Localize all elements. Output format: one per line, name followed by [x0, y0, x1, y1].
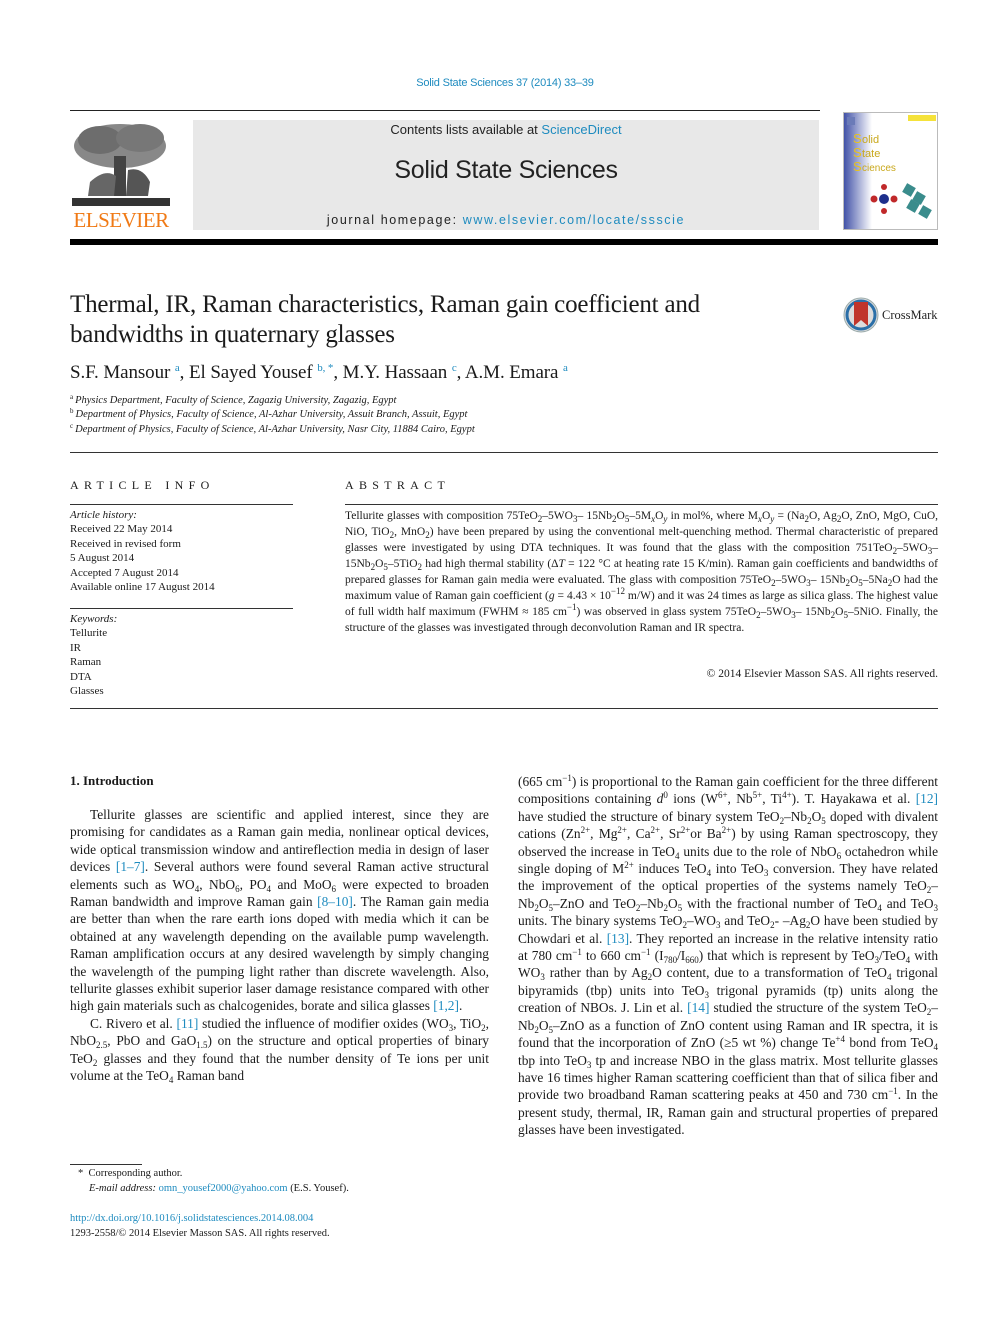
homepage-prefix: journal homepage: — [326, 213, 463, 227]
citation-link[interactable]: [12] — [916, 791, 938, 806]
author-separator: , — [456, 362, 465, 383]
keyword-item: Raman — [70, 656, 102, 669]
header-rule — [70, 110, 820, 111]
doi-block: http://dx.doi.org/10.1016/j.solidstatesc… — [70, 1211, 330, 1241]
corresponding-author-footnote: * Corresponding author. E-mail address: … — [78, 1166, 349, 1196]
body-column-left: Tellurite glasses are scientific and app… — [70, 806, 489, 1085]
citation-link[interactable]: [14] — [687, 1000, 709, 1015]
sciencedirect-link[interactable]: ScienceDirect — [541, 122, 621, 137]
contents-line: Contents lists available at ScienceDirec… — [193, 122, 819, 137]
abstract-heading: ABSTRACT — [345, 478, 451, 492]
author-name[interactable]: A.M. Emara — [465, 362, 559, 383]
keywords-list: Keywords: Tellurite IR Raman DTA Glasses — [70, 612, 117, 698]
elsevier-logo[interactable]: ELSEVIER — [70, 120, 172, 232]
paragraph: Tellurite glasses are scientific and app… — [70, 807, 490, 1014]
citation-link[interactable]: [13] — [607, 931, 629, 946]
affiliation-list: a Physics Department, Faculty of Science,… — [70, 394, 475, 437]
keyword-item: DTA — [70, 670, 92, 683]
author-affiliation-mark[interactable]: b, * — [317, 362, 333, 374]
crossmark-icon — [843, 297, 879, 333]
svg-text:S: S — [853, 145, 862, 160]
keywords-label: Keywords: — [70, 613, 118, 625]
svg-text:ciences: ciences — [862, 163, 896, 174]
svg-text:olid: olid — [862, 134, 879, 146]
journal-title: Solid State Sciences — [394, 156, 618, 184]
crossmark-badge[interactable]: CrossMark — [842, 296, 942, 336]
divider — [70, 504, 293, 505]
journal-banner: Contents lists available at ScienceDirec… — [193, 120, 819, 230]
keyword-item: IR — [70, 641, 81, 654]
author-separator: , — [179, 362, 189, 383]
doi-link[interactable]: http://dx.doi.org/10.1016/j.solidstatesc… — [70, 1213, 313, 1224]
section-divider — [70, 452, 938, 453]
history-item: Received 22 May 2014 — [70, 523, 173, 536]
author-list: S.F. Mansour a, El Sayed Yousef b, *, M.… — [70, 362, 568, 384]
affiliation-text: Department of Physics, Faculty of Scienc… — [75, 423, 475, 435]
citation-link[interactable]: [1–7] — [116, 859, 145, 874]
paragraph: C. Rivero et al. [11] studied the influe… — [70, 1015, 489, 1086]
author-name[interactable]: M.Y. Hassaan — [343, 362, 448, 383]
footnote-rule — [70, 1164, 142, 1165]
journal-homepage-link[interactable]: www.elsevier.com/locate/ssscie — [463, 213, 685, 227]
body-column-right: (665 cm−1) is proportional to the Raman … — [518, 773, 938, 1139]
svg-text:S: S — [853, 131, 862, 146]
email-label: E-mail address: — [89, 1183, 156, 1194]
abstract-s1: Tellurite glasses with composition 75TeO… — [345, 510, 939, 634]
history-item: Available online 17 August 2014 — [70, 581, 215, 594]
svg-text:tate: tate — [862, 148, 880, 160]
divider — [345, 504, 938, 505]
author-name[interactable]: El Sayed Yousef — [189, 362, 313, 383]
journal-cover-icon: S olid S tate S ciences — [844, 113, 937, 229]
affiliation-key: b — [70, 407, 74, 416]
introduction-heading: 1. Introduction — [70, 773, 154, 788]
citation-link[interactable]: [1,2] — [433, 998, 459, 1013]
author-separator: , — [333, 362, 343, 383]
journal-reference-link[interactable]: Solid State Sciences 37 (2014) 33–39 — [0, 77, 992, 89]
crossmark-label: CrossMark — [882, 308, 938, 322]
elsevier-wordmark: ELSEVIER — [73, 208, 169, 232]
affiliation-item: a Physics Department, Faculty of Science,… — [70, 394, 475, 408]
history-item: Received in revised form — [70, 537, 181, 550]
keyword-item: Tellurite — [70, 627, 108, 640]
divider — [70, 708, 938, 709]
citation-link[interactable]: [8–10] — [317, 894, 353, 909]
article-info-heading: ARTICLE INFO — [70, 478, 215, 492]
affiliation-item: c Department of Physics, Faculty of Scien… — [70, 421, 475, 437]
abstract-copyright: © 2014 Elsevier Masson SAS. All rights r… — [706, 668, 938, 680]
affiliation-text: Department of Physics, Faculty of Scienc… — [75, 409, 468, 421]
affiliation-key: a — [70, 393, 74, 401]
history-item: Accepted 7 August 2014 — [70, 566, 179, 579]
issn-copyright: 1293-2558/© 2014 Elsevier Masson SAS. Al… — [70, 1228, 330, 1239]
history-item: 5 August 2014 — [70, 552, 135, 565]
author-affiliation-mark[interactable]: a — [563, 362, 568, 374]
keyword-item: Glasses — [70, 685, 104, 698]
article-history: Article history: Received 22 May 2014 Re… — [70, 508, 215, 594]
homepage-line: journal homepage: www.elsevier.com/locat… — [193, 213, 819, 227]
citation-link[interactable]: [11] — [177, 1016, 199, 1031]
footnote-line: * Corresponding author. — [78, 1166, 349, 1181]
svg-text:S: S — [853, 159, 862, 174]
abstract-body: Tellurite glasses with composition 75TeO… — [345, 508, 938, 636]
affiliation-key: c — [70, 421, 74, 430]
contents-prefix: Contents lists available at — [390, 122, 542, 137]
journal-cover-thumbnail[interactable]: S olid S tate S ciences — [843, 112, 938, 230]
corresponding-author-note: Corresponding author. — [88, 1168, 183, 1179]
elsevier-tree-icon — [70, 120, 172, 208]
author-name[interactable]: S.F. Mansour — [70, 362, 170, 383]
affiliation-item: b Department of Physics, Faculty of Scien… — [70, 408, 475, 422]
email-link[interactable]: omn_yousef2000@yahoo.com — [159, 1183, 288, 1194]
affiliation-text: Physics Department, Faculty of Science, … — [75, 395, 397, 406]
email-owner: (E.S. Yousef). — [290, 1183, 349, 1194]
footnote-line: E-mail address: omn_yousef2000@yahoo.com… — [78, 1181, 349, 1196]
article-title: Thermal, IR, Raman characteristics, Rama… — [70, 291, 700, 348]
header-thick-rule — [70, 239, 938, 245]
divider — [70, 608, 293, 609]
asterisk: * — [78, 1168, 89, 1179]
paragraph: (665 cm−1) is proportional to the Raman … — [518, 773, 939, 1138]
history-label: Article history: — [70, 509, 137, 521]
